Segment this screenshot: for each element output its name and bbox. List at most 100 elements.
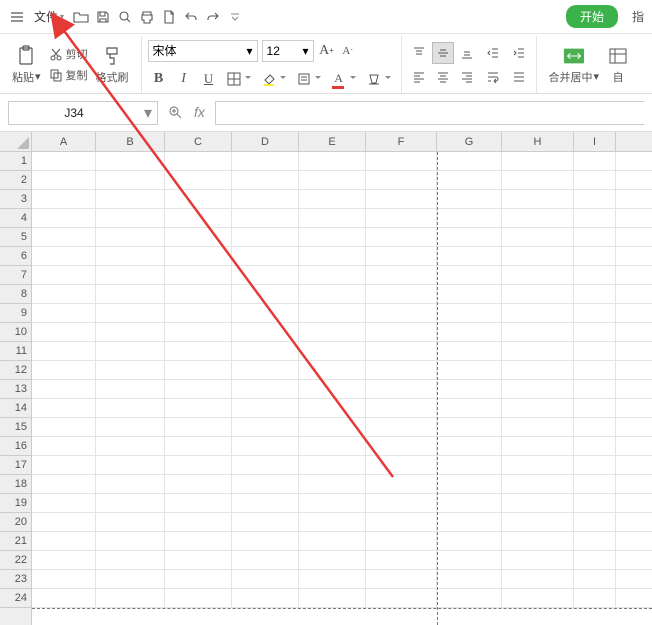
cell[interactable] bbox=[574, 513, 616, 531]
cell-style-button[interactable] bbox=[293, 68, 315, 90]
cell[interactable] bbox=[232, 551, 299, 569]
print-preview-icon[interactable] bbox=[116, 8, 134, 26]
cell[interactable] bbox=[502, 266, 574, 284]
align-right-button[interactable] bbox=[456, 66, 478, 88]
file-menu[interactable]: 文件 ▾ bbox=[30, 6, 68, 27]
font-color-button[interactable]: A bbox=[328, 68, 350, 90]
cell[interactable] bbox=[574, 361, 616, 379]
cell[interactable] bbox=[299, 532, 366, 550]
cut-button[interactable]: 剪切 bbox=[47, 45, 90, 63]
cell[interactable] bbox=[437, 266, 502, 284]
cell[interactable] bbox=[165, 570, 232, 588]
cell[interactable] bbox=[96, 342, 165, 360]
cell[interactable] bbox=[165, 418, 232, 436]
row-header[interactable]: 12 bbox=[0, 361, 31, 380]
cell[interactable] bbox=[437, 570, 502, 588]
cell[interactable] bbox=[366, 570, 437, 588]
cell[interactable] bbox=[299, 570, 366, 588]
cell[interactable] bbox=[299, 551, 366, 569]
cell[interactable] bbox=[366, 589, 437, 607]
row-header[interactable]: 6 bbox=[0, 247, 31, 266]
cell[interactable] bbox=[96, 475, 165, 493]
cell[interactable] bbox=[32, 532, 96, 550]
cell[interactable] bbox=[366, 190, 437, 208]
format-painter-button[interactable]: 格式刷 bbox=[90, 43, 135, 87]
row-header[interactable]: 23 bbox=[0, 570, 31, 589]
cell[interactable] bbox=[232, 399, 299, 417]
align-center-button[interactable] bbox=[432, 66, 454, 88]
cell[interactable] bbox=[574, 418, 616, 436]
cell[interactable] bbox=[574, 228, 616, 246]
cell[interactable] bbox=[32, 437, 96, 455]
page-icon[interactable] bbox=[160, 8, 178, 26]
row-header[interactable]: 17 bbox=[0, 456, 31, 475]
cell[interactable] bbox=[299, 247, 366, 265]
open-icon[interactable] bbox=[72, 8, 90, 26]
cell[interactable] bbox=[165, 513, 232, 531]
hamburger-icon[interactable] bbox=[8, 8, 26, 26]
cell[interactable] bbox=[299, 399, 366, 417]
cell[interactable] bbox=[32, 247, 96, 265]
cell[interactable] bbox=[366, 399, 437, 417]
cell[interactable] bbox=[366, 209, 437, 227]
cell[interactable] bbox=[32, 209, 96, 227]
row-header[interactable]: 22 bbox=[0, 551, 31, 570]
cell[interactable] bbox=[574, 475, 616, 493]
cell[interactable] bbox=[165, 228, 232, 246]
cell[interactable] bbox=[96, 285, 165, 303]
cell[interactable] bbox=[366, 456, 437, 474]
decrease-font-size-button[interactable]: A- bbox=[339, 41, 357, 61]
cell[interactable] bbox=[437, 209, 502, 227]
row-header[interactable]: 2 bbox=[0, 171, 31, 190]
cell[interactable] bbox=[299, 171, 366, 189]
cell[interactable] bbox=[366, 551, 437, 569]
cell[interactable] bbox=[502, 589, 574, 607]
cell[interactable] bbox=[96, 323, 165, 341]
cell[interactable] bbox=[32, 399, 96, 417]
cell[interactable] bbox=[437, 494, 502, 512]
cell[interactable] bbox=[437, 190, 502, 208]
cell[interactable] bbox=[574, 342, 616, 360]
row-header[interactable]: 1 bbox=[0, 152, 31, 171]
column-header[interactable]: A bbox=[32, 132, 96, 151]
cell[interactable] bbox=[574, 437, 616, 455]
font-name-select[interactable]: 宋体 ▾ bbox=[148, 40, 258, 62]
column-header[interactable]: F bbox=[366, 132, 437, 151]
merge-center-button[interactable]: 合并居中▾ bbox=[543, 43, 606, 87]
cell[interactable] bbox=[366, 361, 437, 379]
cell[interactable] bbox=[232, 456, 299, 474]
row-header[interactable]: 20 bbox=[0, 513, 31, 532]
cell[interactable] bbox=[299, 494, 366, 512]
cell[interactable] bbox=[165, 361, 232, 379]
cell[interactable] bbox=[232, 380, 299, 398]
cell[interactable] bbox=[32, 228, 96, 246]
cell[interactable] bbox=[574, 209, 616, 227]
cell[interactable] bbox=[96, 171, 165, 189]
wrap-text-button[interactable] bbox=[482, 66, 504, 88]
cell[interactable] bbox=[574, 494, 616, 512]
cell[interactable] bbox=[32, 418, 96, 436]
cell[interactable] bbox=[502, 247, 574, 265]
cell[interactable] bbox=[366, 323, 437, 341]
cell[interactable] bbox=[32, 342, 96, 360]
cell[interactable] bbox=[502, 380, 574, 398]
cell[interactable] bbox=[232, 171, 299, 189]
cell[interactable] bbox=[437, 380, 502, 398]
cell[interactable] bbox=[502, 209, 574, 227]
cell[interactable] bbox=[502, 437, 574, 455]
cell[interactable] bbox=[96, 380, 165, 398]
cell[interactable] bbox=[366, 247, 437, 265]
row-header[interactable]: 15 bbox=[0, 418, 31, 437]
cell[interactable] bbox=[437, 361, 502, 379]
column-header[interactable]: I bbox=[574, 132, 616, 151]
cell[interactable] bbox=[437, 247, 502, 265]
zoom-icon[interactable] bbox=[168, 105, 184, 121]
row-header[interactable]: 16 bbox=[0, 437, 31, 456]
cell[interactable] bbox=[299, 475, 366, 493]
cell[interactable] bbox=[437, 171, 502, 189]
cell[interactable] bbox=[366, 418, 437, 436]
cell[interactable] bbox=[437, 532, 502, 550]
cell[interactable] bbox=[165, 494, 232, 512]
cell[interactable] bbox=[165, 589, 232, 607]
name-box-dropdown-icon[interactable]: ▾ bbox=[139, 103, 157, 123]
